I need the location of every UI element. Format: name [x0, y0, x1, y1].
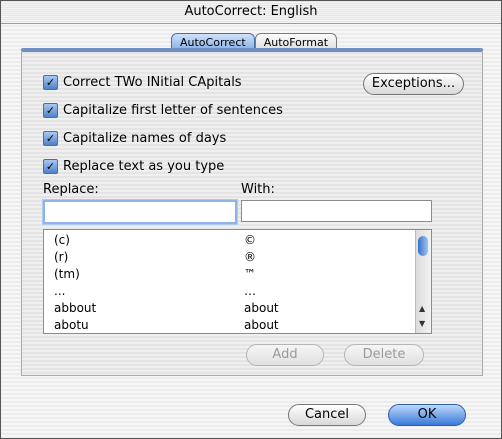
replace-label: Replace:	[43, 182, 99, 197]
window-title: AutoCorrect: English	[1, 1, 501, 24]
add-button[interactable]: Add	[246, 344, 324, 366]
entry-replace: abbout	[54, 301, 97, 315]
entry-replace: abotu	[54, 318, 89, 332]
option-correct-two-initial-caps[interactable]: ✓ Correct TWo INitial CApitals	[43, 75, 242, 90]
replace-input[interactable]	[43, 200, 237, 224]
entry-replace: (c)	[54, 233, 70, 247]
cancel-button[interactable]: Cancel	[288, 404, 366, 426]
entry-with: ™	[244, 267, 256, 281]
list-item[interactable]: (r) ®	[54, 249, 414, 266]
list-item[interactable]: abbout about	[54, 300, 414, 317]
option-replace-as-you-type[interactable]: ✓ Replace text as you type	[43, 159, 224, 174]
option-label: Capitalize first letter of sentences	[63, 103, 283, 118]
option-label: Correct TWo INitial CApitals	[63, 75, 242, 90]
option-capitalize-sentences[interactable]: ✓ Capitalize first letter of sentences	[43, 103, 283, 118]
checkbox-checked-icon[interactable]: ✓	[43, 131, 58, 146]
option-label: Capitalize names of days	[63, 131, 227, 146]
checkbox-checked-icon[interactable]: ✓	[43, 103, 58, 118]
list-item[interactable]: ... …	[54, 283, 414, 300]
ok-button[interactable]: OK	[388, 404, 466, 426]
checkbox-checked-icon[interactable]: ✓	[43, 159, 58, 174]
entry-replace: (tm)	[54, 267, 80, 281]
scroll-down-arrow-icon[interactable]: ▼	[419, 319, 425, 328]
entry-with: ®	[244, 250, 256, 264]
list-item[interactable]: (tm) ™	[54, 266, 414, 283]
list-scrollbar[interactable]: ▲ ▼	[415, 230, 431, 333]
scrollbar-thumb[interactable]	[418, 236, 428, 256]
autocorrect-dialog: AutoCorrect: English AutoCorrect AutoFor…	[0, 0, 502, 439]
list-item[interactable]: (c) ©	[54, 232, 414, 249]
scroll-up-arrow-icon[interactable]: ▲	[419, 304, 425, 313]
option-capitalize-days[interactable]: ✓ Capitalize names of days	[43, 131, 226, 146]
option-label: Replace text as you type	[63, 159, 225, 174]
entry-replace: ...	[54, 284, 66, 298]
with-label: With:	[241, 182, 275, 197]
entry-replace: (r)	[54, 250, 69, 264]
checkbox-checked-icon[interactable]: ✓	[43, 75, 58, 90]
entry-with: about	[244, 318, 279, 332]
delete-button[interactable]: Delete	[344, 344, 424, 366]
autocorrect-entries-list[interactable]: (c) © (r) ® (tm) ™ ... … abbout about ab…	[43, 229, 432, 334]
with-input[interactable]	[241, 200, 432, 222]
entry-with: …	[244, 284, 256, 298]
entry-with: ©	[244, 233, 256, 247]
exceptions-button[interactable]: Exceptions...	[363, 73, 464, 95]
list-item[interactable]: abotu about	[54, 317, 414, 333]
entry-with: about	[244, 301, 279, 315]
